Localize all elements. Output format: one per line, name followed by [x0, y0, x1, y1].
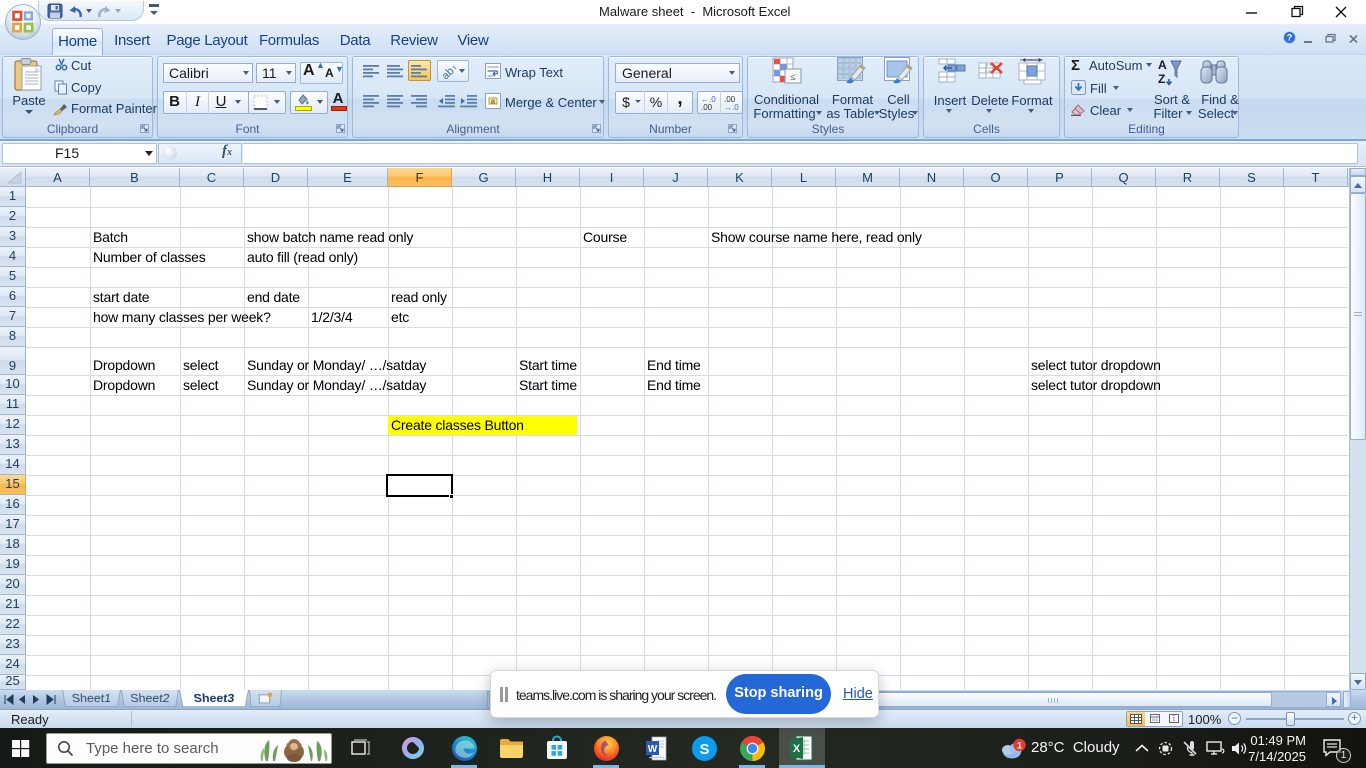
svg-text:S: S — [699, 741, 709, 758]
svg-text:X: X — [793, 743, 801, 755]
svg-text:.00: .00 — [701, 103, 713, 112]
svg-text:?: ? — [1287, 33, 1293, 43]
svg-text:1: 1 — [1017, 741, 1023, 752]
svg-text:A: A — [1158, 58, 1167, 72]
svg-text:≤: ≤ — [790, 72, 796, 83]
svg-text:W: W — [648, 744, 658, 755]
svg-text:→.0: →.0 — [724, 103, 739, 112]
svg-text:a: a — [491, 99, 495, 106]
svg-text:Z: Z — [1158, 72, 1165, 86]
